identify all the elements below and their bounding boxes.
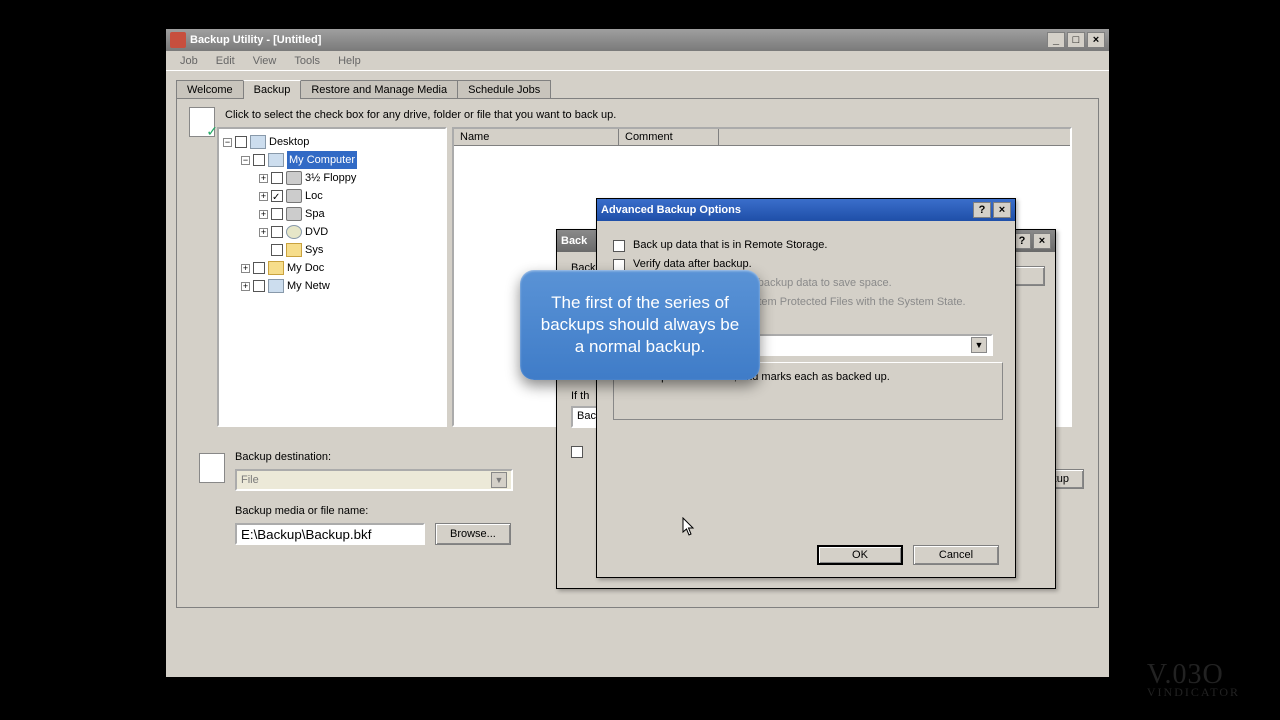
remote-storage-checkbox[interactable] <box>613 240 625 252</box>
destination-icon <box>199 453 225 483</box>
tree-my-docs[interactable]: My Doc <box>287 259 324 277</box>
advanced-options-dialog: Advanced Backup Options ? × Back up data… <box>596 198 1016 578</box>
chevron-down-icon[interactable]: ▼ <box>491 472 507 488</box>
col-comment[interactable]: Comment <box>619 129 719 145</box>
tree-pane[interactable]: − Desktop − My Computer +3½ Floppy + Loc + S… <box>217 127 447 427</box>
folder-icon <box>268 261 284 275</box>
tab-backup[interactable]: Backup <box>243 80 302 99</box>
backup-selection-icon <box>189 107 215 137</box>
tree-my-computer[interactable]: My Computer <box>287 151 357 169</box>
dialog-help-button[interactable]: ? <box>973 202 991 218</box>
tree-sys[interactable]: Sys <box>305 241 323 259</box>
tree-spare[interactable]: Spa <box>305 205 325 223</box>
tutorial-tooltip: The first of the series of backups shoul… <box>520 270 760 380</box>
chevron-down-icon[interactable]: ▼ <box>971 337 987 353</box>
watermark: V.03O VINDICATOR <box>1147 659 1240 700</box>
checkbox[interactable] <box>253 262 265 274</box>
checkbox[interactable] <box>271 208 283 220</box>
tree-my-net[interactable]: My Netw <box>287 277 330 295</box>
ok-button[interactable]: OK <box>817 545 903 565</box>
destination-value: File <box>241 474 259 486</box>
menu-edit[interactable]: Edit <box>208 53 243 69</box>
menu-view[interactable]: View <box>245 53 285 69</box>
folder-icon <box>286 243 302 257</box>
minimize-button[interactable]: _ <box>1047 32 1065 48</box>
col-name[interactable]: Name <box>454 129 619 145</box>
computer-icon <box>268 153 284 167</box>
instruction-text: Click to select the check box for any dr… <box>225 109 1088 121</box>
watermark-line2: VINDICATOR <box>1147 685 1240 700</box>
tab-schedule[interactable]: Schedule Jobs <box>457 80 551 99</box>
checkbox[interactable] <box>271 226 283 238</box>
cancel-button[interactable]: Cancel <box>913 545 999 565</box>
expand-icon[interactable]: − <box>241 156 250 165</box>
tab-restore[interactable]: Restore and Manage Media <box>300 80 458 99</box>
tree-local[interactable]: Loc <box>305 187 323 205</box>
media-filename-input[interactable] <box>235 523 425 545</box>
expand-icon[interactable]: + <box>241 264 250 273</box>
checkbox[interactable] <box>271 190 283 202</box>
dialog-close-button[interactable]: × <box>1033 233 1051 249</box>
menu-job[interactable]: Job <box>172 53 206 69</box>
tree-floppy[interactable]: 3½ Floppy <box>305 169 356 187</box>
dialog-title: Advanced Backup Options <box>601 204 741 216</box>
menu-tools[interactable]: Tools <box>286 53 328 69</box>
close-button[interactable]: × <box>1087 32 1105 48</box>
app-icon <box>170 32 186 48</box>
browse-button[interactable]: Browse... <box>435 523 511 545</box>
dialog-close-button[interactable]: × <box>993 202 1011 218</box>
expand-icon[interactable]: − <box>223 138 232 147</box>
maximize-button[interactable]: □ <box>1067 32 1085 48</box>
desktop-icon <box>250 135 266 149</box>
verify-label: Verify data after backup. <box>633 258 752 270</box>
window-title: Backup Utility - [Untitled] <box>190 34 321 46</box>
drive-icon <box>286 171 302 185</box>
menu-help[interactable]: Help <box>330 53 369 69</box>
checkbox[interactable] <box>271 244 283 256</box>
checkbox[interactable] <box>271 172 283 184</box>
destination-combo[interactable]: File ▼ <box>235 469 513 491</box>
list-header: Name Comment <box>454 129 1070 146</box>
cd-icon <box>286 225 302 239</box>
expand-icon[interactable]: + <box>259 210 268 219</box>
checkbox[interactable] <box>253 154 265 166</box>
remote-storage-label: Back up data that is in Remote Storage. <box>633 239 827 251</box>
checkbox[interactable] <box>571 446 583 458</box>
checkbox[interactable] <box>253 280 265 292</box>
checkbox[interactable] <box>235 136 247 148</box>
drive-icon <box>286 207 302 221</box>
network-icon <box>268 279 284 293</box>
dialog-title: Back <box>561 235 587 247</box>
expand-icon[interactable]: + <box>259 174 268 183</box>
destination-label: Backup destination: <box>235 451 331 463</box>
media-label: Backup media or file name: <box>235 505 368 517</box>
expand-icon[interactable]: + <box>241 282 250 291</box>
tree-dvd[interactable]: DVD <box>305 223 328 241</box>
tab-strip: Welcome Backup Restore and Manage Media … <box>176 79 1099 98</box>
dialog-titlebar[interactable]: Advanced Backup Options ? × <box>597 199 1015 221</box>
drive-icon <box>286 189 302 203</box>
menubar: Job Edit View Tools Help <box>166 51 1109 71</box>
tab-welcome[interactable]: Welcome <box>176 80 244 99</box>
expand-icon[interactable]: + <box>259 228 268 237</box>
expand-icon[interactable]: + <box>259 192 268 201</box>
titlebar: Backup Utility - [Untitled] _ □ × <box>166 29 1109 51</box>
tree-desktop[interactable]: Desktop <box>269 133 309 151</box>
